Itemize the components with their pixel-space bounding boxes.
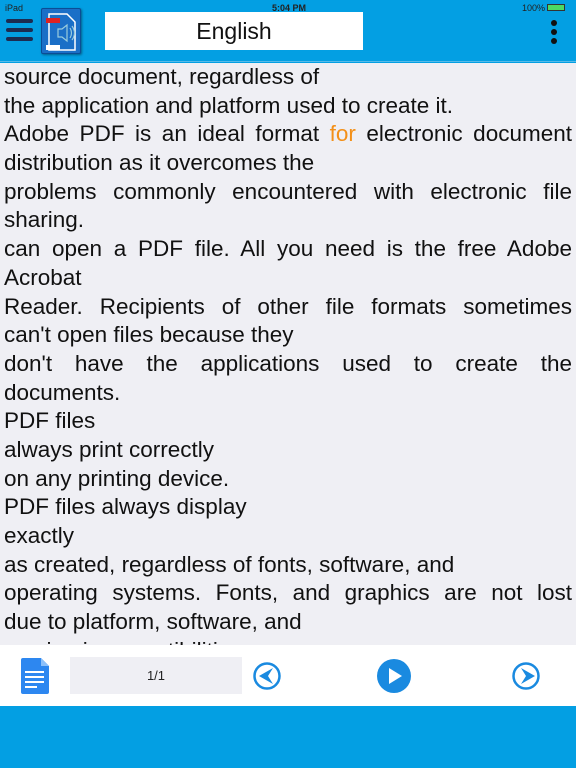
- text-line: on any printing device.: [4, 465, 230, 491]
- text-line: always print correctly: [4, 436, 215, 462]
- text-line: PDF files: [4, 408, 96, 434]
- device-label: iPad: [5, 3, 24, 13]
- text-line: due to platform, software, and: [4, 609, 302, 635]
- text-line: version incompatibilities.: [4, 637, 572, 645]
- text-line: Adobe PDF is an ideal format for electro…: [4, 120, 572, 149]
- play-button[interactable]: [376, 658, 412, 699]
- text-line: can't open files because they: [4, 322, 294, 348]
- next-button[interactable]: [511, 661, 541, 696]
- previous-button[interactable]: [253, 661, 283, 696]
- text-line: distribution as it overcomes the: [4, 150, 315, 176]
- more-options-icon[interactable]: [549, 20, 559, 44]
- battery-label: 100%: [522, 3, 546, 13]
- top-bar: iPad 5:04 PM 100% English: [0, 0, 576, 62]
- text-line: don't have the applications used to crea…: [4, 350, 572, 376]
- document-icon[interactable]: [21, 658, 49, 699]
- highlighted-word: for: [329, 121, 356, 147]
- text-line: PDF files always display: [4, 494, 247, 520]
- text-line: sharing.: [4, 207, 85, 233]
- text-line: documents.: [4, 379, 121, 405]
- app-logo-icon: [41, 8, 81, 54]
- battery-icon: [547, 4, 565, 11]
- text-segment: electronic document: [355, 121, 572, 147]
- text-line: exactly: [4, 523, 75, 548]
- language-selector[interactable]: English: [105, 12, 363, 50]
- bottom-toolbar: 1/1: [0, 645, 576, 706]
- document-text-view[interactable]: source document, regardless of the applic…: [0, 63, 576, 645]
- page-indicator: 1/1: [70, 657, 242, 694]
- text-segment: Adobe PDF is an ideal format: [4, 121, 330, 147]
- text-line: the application and platform used to cre…: [4, 92, 454, 118]
- text-line: problems commonly encountered with elect…: [4, 178, 572, 204]
- text-line: Acrobat: [4, 264, 82, 290]
- text-line: operating systems. Fonts, and graphics a…: [4, 580, 572, 606]
- hamburger-menu-icon[interactable]: [6, 19, 33, 43]
- text-line: can open a PDF file. All you need is the…: [4, 236, 572, 262]
- text-line: as created, regardless of fonts, softwar…: [4, 551, 455, 577]
- text-line: Reader. Recipients of other file formats…: [4, 293, 572, 319]
- text-line: source document, regardless of: [4, 64, 320, 89]
